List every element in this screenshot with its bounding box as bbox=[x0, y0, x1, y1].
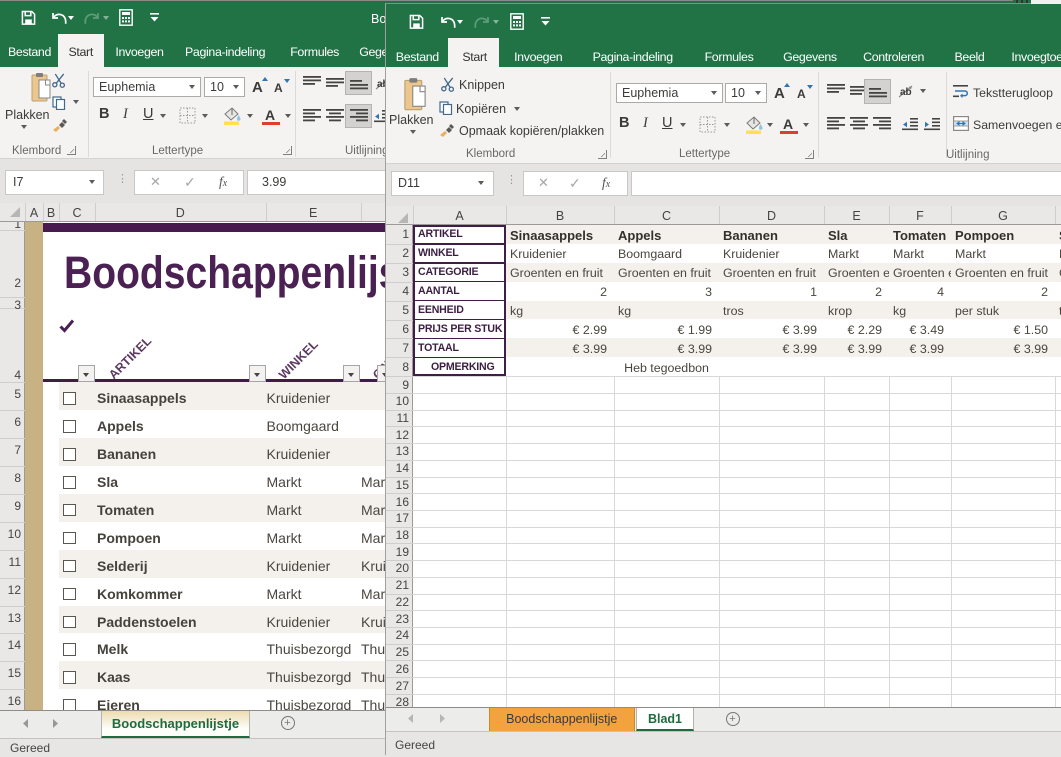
svg-text:ab: ab bbox=[900, 87, 912, 98]
